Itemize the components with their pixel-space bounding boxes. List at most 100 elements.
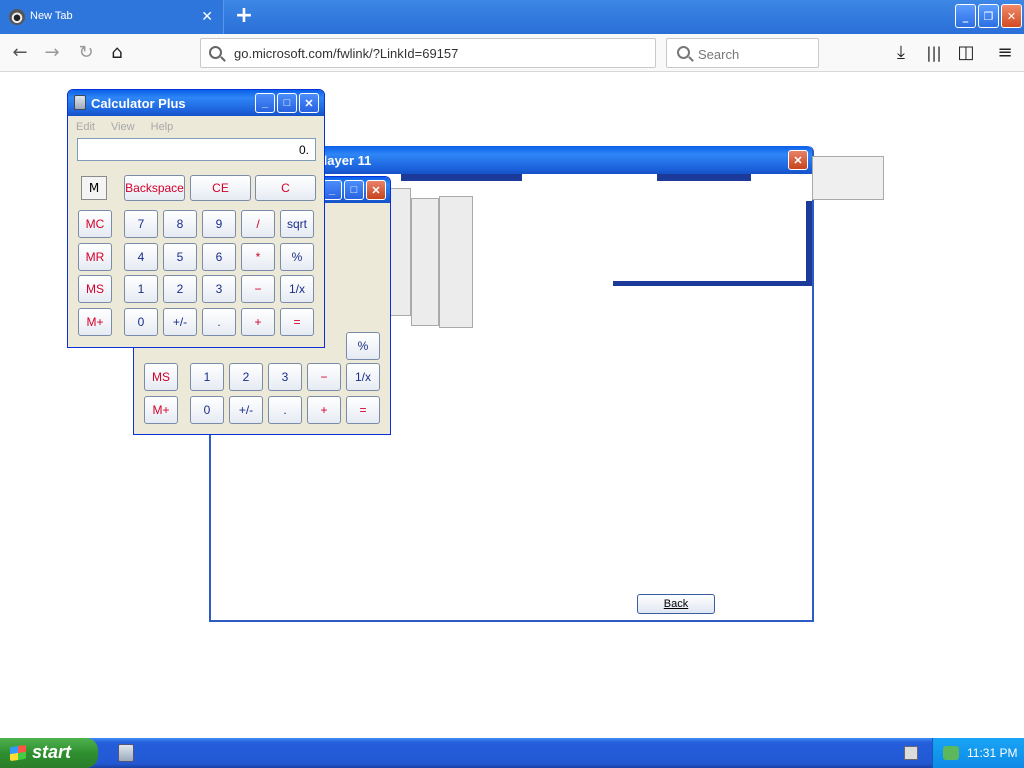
calculator-app-icon <box>74 95 86 110</box>
calculator-menu-bar: Edit View Help <box>76 119 189 133</box>
banner-stripe <box>657 174 751 181</box>
clear-button[interactable]: C <box>255 175 316 201</box>
digit-4-button[interactable]: 4 <box>124 243 158 271</box>
calc-button[interactable]: 1 <box>190 363 224 391</box>
calc-button[interactable]: . <box>268 396 302 424</box>
network-tray-icon[interactable] <box>943 746 959 760</box>
media-player-close-button[interactable]: ✕ <box>788 150 808 170</box>
calc-button[interactable]: 3 <box>268 363 302 391</box>
keyboard-tray-icon[interactable] <box>904 746 918 760</box>
divide-button[interactable]: / <box>241 210 275 238</box>
close-button[interactable]: ✕ <box>299 93 319 113</box>
calculator-titlebar[interactable]: Calculator Plus _ □ ✕ <box>68 90 324 116</box>
close-button[interactable]: ✕ <box>366 180 386 200</box>
digit-0-button[interactable]: 0 <box>124 308 158 336</box>
percent-button[interactable]: % <box>280 243 314 271</box>
back-button[interactable]: Back <box>637 594 715 614</box>
back-button-label: Back <box>663 598 689 610</box>
calc-button[interactable]: 0 <box>190 396 224 424</box>
search-input[interactable]: Search <box>666 38 819 68</box>
system-tray: 11:31 PM <box>932 738 1024 768</box>
hamburger-menu-icon[interactable]: ≡ <box>995 43 1015 63</box>
popup-panel <box>812 156 884 200</box>
memory-store-button[interactable]: MS <box>78 275 112 303</box>
menu-edit[interactable]: Edit <box>76 121 95 133</box>
calc-button[interactable]: = <box>346 396 380 424</box>
clock: 11:31 PM <box>967 746 1018 760</box>
maximize-button[interactable]: □ <box>344 180 364 200</box>
navigation-toolbar: ← → ↻ ⌂ go.microsoft.com/fwlink/?LinkId=… <box>0 34 1024 72</box>
negate-button[interactable]: +/- <box>163 308 197 336</box>
tab-new-tab[interactable]: New Tab ✕ <box>0 0 224 34</box>
content-panel <box>411 198 439 326</box>
digit-9-button[interactable]: 9 <box>202 210 236 238</box>
memory-indicator: M <box>81 176 107 200</box>
new-tab-button[interactable]: + <box>232 4 256 28</box>
window-controls: _ ❐ ✕ <box>955 4 1022 28</box>
library-icon[interactable]: ||| <box>924 43 944 63</box>
subtract-button[interactable]: − <box>241 275 275 303</box>
content-panel <box>389 188 411 316</box>
taskbar: start 11:31 PM <box>0 738 1024 768</box>
banner-stripe <box>806 201 812 286</box>
decimal-button[interactable]: . <box>202 308 236 336</box>
minimize-button[interactable]: _ <box>322 180 342 200</box>
digit-8-button[interactable]: 8 <box>163 210 197 238</box>
menu-view[interactable]: View <box>111 121 135 133</box>
download-icon[interactable]: ⤓ <box>891 43 911 63</box>
forward-arrow-icon[interactable]: → <box>42 43 62 63</box>
calculator-taskbar-icon[interactable] <box>118 744 134 762</box>
banner-stripe <box>401 174 522 181</box>
reciprocal-button[interactable]: 1/x <box>280 275 314 303</box>
calc-button[interactable]: + <box>307 396 341 424</box>
sqrt-button[interactable]: sqrt <box>280 210 314 238</box>
digit-6-button[interactable]: 6 <box>202 243 236 271</box>
equals-button[interactable]: = <box>280 308 314 336</box>
memory-clear-button[interactable]: MC <box>78 210 112 238</box>
digit-7-button[interactable]: 7 <box>124 210 158 238</box>
url-text[interactable]: go.microsoft.com/fwlink/?LinkId=69157 <box>234 46 458 61</box>
url-bar[interactable]: go.microsoft.com/fwlink/?LinkId=69157 <box>200 38 656 68</box>
memory-add-button[interactable]: M+ <box>78 308 112 336</box>
calc-button[interactable]: % <box>346 332 380 360</box>
calc-button[interactable]: − <box>307 363 341 391</box>
calc-button[interactable]: 2 <box>229 363 263 391</box>
calc-memory-button[interactable]: MS <box>144 363 178 391</box>
close-window-button[interactable]: ✕ <box>1001 4 1022 28</box>
home-icon[interactable]: ⌂ <box>107 43 127 63</box>
sidebar-icon[interactable]: ◫ <box>956 43 976 63</box>
calc-button[interactable]: +/- <box>229 396 263 424</box>
calc-button[interactable]: 1/x <box>346 363 380 391</box>
start-label: start <box>32 742 72 762</box>
tab-favicon-icon <box>9 9 25 25</box>
digit-5-button[interactable]: 5 <box>163 243 197 271</box>
calc-memory-button[interactable]: M+ <box>144 396 178 424</box>
multiply-button[interactable]: * <box>241 243 275 271</box>
tab-strip: New Tab ✕ + _ ❐ ✕ <box>0 0 1024 34</box>
memory-recall-button[interactable]: MR <box>78 243 112 271</box>
clear-entry-button[interactable]: CE <box>190 175 251 201</box>
backspace-button[interactable]: Backspace <box>124 175 185 201</box>
digit-3-button[interactable]: 3 <box>202 275 236 303</box>
tab-title: New Tab <box>30 10 73 22</box>
start-button[interactable]: start <box>0 738 98 768</box>
back-arrow-icon[interactable]: ← <box>10 43 30 63</box>
minimize-window-button[interactable]: _ <box>955 4 976 28</box>
calculator-plus-window: Calculator Plus _ □ ✕ Edit View Help 0. M … <box>67 89 325 348</box>
close-tab-icon[interactable]: ✕ <box>201 8 213 24</box>
search-placeholder: Search <box>698 47 740 62</box>
menu-help[interactable]: Help <box>151 121 174 133</box>
search-icon <box>677 46 690 59</box>
reload-icon[interactable]: ↻ <box>76 43 96 63</box>
calculator-title: Calculator Plus <box>91 96 186 111</box>
url-search-icon <box>209 46 222 59</box>
add-button[interactable]: + <box>241 308 275 336</box>
digit-2-button[interactable]: 2 <box>163 275 197 303</box>
banner-stripe <box>613 281 809 286</box>
minimize-button[interactable]: _ <box>255 93 275 113</box>
digit-1-button[interactable]: 1 <box>124 275 158 303</box>
content-panel <box>439 196 473 328</box>
calculator-display: 0. <box>77 138 316 161</box>
restore-window-button[interactable]: ❐ <box>978 4 999 28</box>
maximize-button[interactable]: □ <box>277 93 297 113</box>
